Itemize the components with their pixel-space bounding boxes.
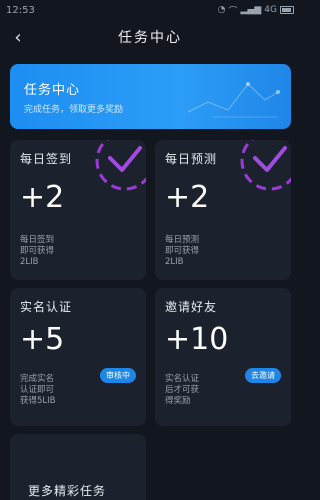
- completed-check-icon: [240, 140, 291, 191]
- notification-icon: ◔: [217, 5, 226, 15]
- task-center-banner[interactable]: 任务中心 完成任务，领取更多奖励: [10, 64, 291, 129]
- reward-value: +2: [20, 180, 65, 215]
- invite-friends-card[interactable]: 邀请好友 +10 实名认证 后才可获 得奖励 去邀请: [155, 288, 291, 426]
- banner-subtitle: 完成任务，领取更多奖励: [24, 105, 124, 115]
- card-title: 每日预测: [165, 152, 218, 166]
- card-title: 实名认证: [20, 300, 73, 314]
- card-description: 每日签到 即可获得 2LIB: [20, 235, 55, 267]
- chevron-left-icon: ‹: [14, 26, 22, 48]
- status-time: 12:53: [6, 4, 35, 16]
- invite-button[interactable]: 去邀请: [245, 368, 281, 383]
- reward-value: +5: [20, 322, 65, 357]
- real-name-verification-card[interactable]: 实名认证 +5 完成实名 认证即可 获得5LIB 审核中: [10, 288, 146, 426]
- decorative-line-chart-icon: [187, 82, 280, 118]
- reward-value: +2: [165, 180, 210, 215]
- status-bar: 12:53 ◔ ⌒ ▂▄▆ 4G: [0, 0, 300, 20]
- card-description: 每日预测 即可获得 2LIB: [165, 235, 200, 267]
- more-tasks-label: 更多精彩任务: [28, 484, 107, 498]
- completed-check-icon: [95, 140, 146, 191]
- nav-bar: ‹ 任务中心: [0, 22, 300, 52]
- wifi-icon: ⌒: [228, 6, 238, 17]
- network-type: 4G: [264, 5, 277, 15]
- card-description: 完成实名 认证即可 获得5LIB: [20, 374, 56, 406]
- more-tasks-card[interactable]: 更多精彩任务: [10, 434, 146, 500]
- under-review-button[interactable]: 审核中: [100, 368, 136, 383]
- reward-value: +10: [165, 322, 229, 357]
- back-button[interactable]: ‹: [6, 24, 30, 50]
- daily-prediction-card[interactable]: 每日预测 +2 每日预测 即可获得 2LIB: [155, 140, 291, 280]
- card-title: 每日签到: [20, 152, 73, 166]
- signal-icon: ▂▄▆: [240, 5, 262, 15]
- page-title: 任务中心: [118, 30, 182, 46]
- card-title: 邀请好友: [165, 300, 218, 314]
- banner-title: 任务中心: [24, 83, 81, 98]
- card-description: 实名认证 后才可获 得奖励: [165, 374, 200, 406]
- daily-checkin-card[interactable]: 每日签到 +2 每日签到 即可获得 2LIB: [10, 140, 146, 280]
- battery-icon: [280, 6, 294, 14]
